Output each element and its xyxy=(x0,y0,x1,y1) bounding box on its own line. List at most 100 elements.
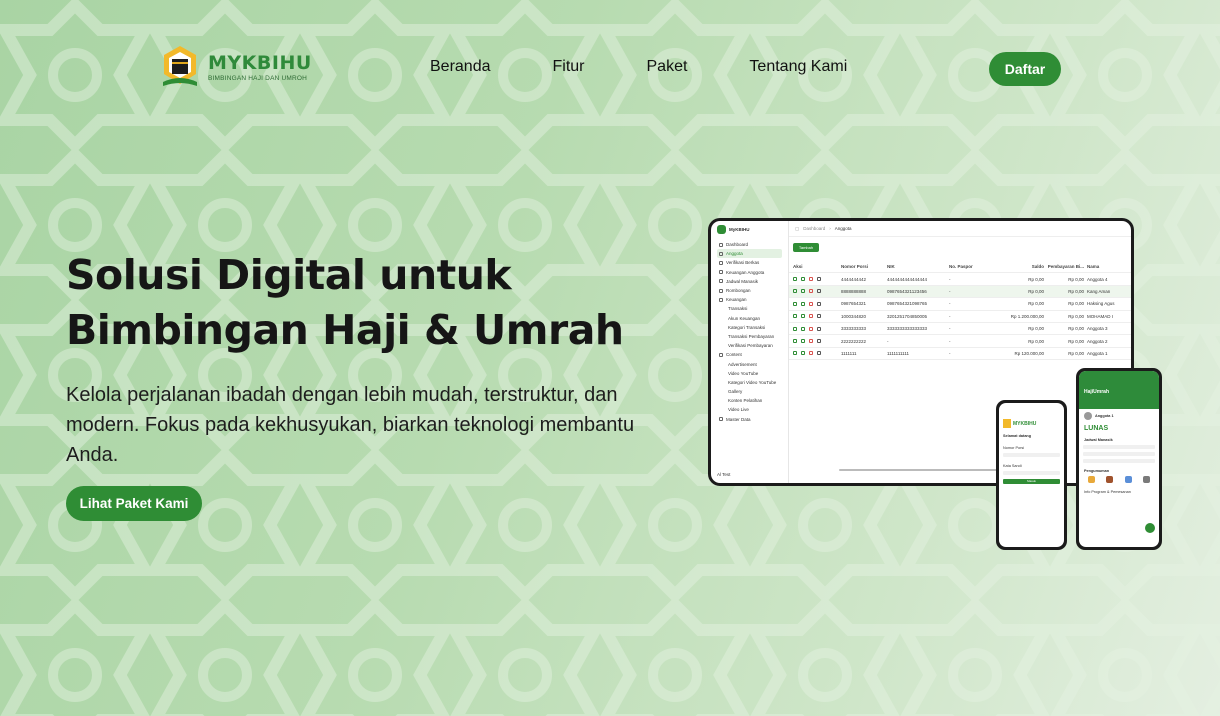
row-action-icon xyxy=(809,326,813,331)
hero-description: Kelola perjalanan ibadah dengan lebih mu… xyxy=(66,384,635,466)
table-cell: Rp 0,00 xyxy=(1068,276,1084,282)
table-cell: Kang Aman xyxy=(1087,288,1111,294)
mockup-breadcrumb: ▢ Dashboard › Anggota xyxy=(789,221,1131,237)
row-action-icon xyxy=(817,339,821,344)
register-button[interactable]: Daftar xyxy=(989,52,1061,86)
mockup-app-name: MyKBIHU xyxy=(729,227,750,232)
column-header: Nama xyxy=(1087,264,1100,270)
table-row: 4444444442 4444444444444444 - Rp 0,00 Rp 0,0… xyxy=(789,273,1131,286)
row-action-icon xyxy=(809,289,813,294)
table-cell: 0987654321 xyxy=(841,301,867,307)
whatsapp-icon xyxy=(1145,523,1155,533)
view-packages-button[interactable]: Lihat Paket Kami xyxy=(66,486,202,521)
nav-link-beranda[interactable]: Beranda xyxy=(430,58,491,76)
sidebar-item-label: Anggota xyxy=(726,251,743,257)
table-cell: Haksing Agus xyxy=(1087,301,1115,307)
table-cell: 3333333333 xyxy=(841,326,867,332)
quick-actions xyxy=(1079,473,1159,486)
row-action-icon xyxy=(793,339,797,344)
kaaba-logo-icon xyxy=(1003,419,1011,428)
table-cell: 1111111 xyxy=(841,350,857,356)
mockup-sidebar-item: Advertisement xyxy=(717,359,782,368)
row-action-icon xyxy=(793,314,797,319)
table-cell: - xyxy=(949,326,951,332)
sidebar-item-label: Dashboard xyxy=(726,242,749,248)
sidebar-item-label: Transaksi xyxy=(728,306,748,312)
mockup-sidebar-item: Rombongan xyxy=(717,286,782,295)
mockup-sidebar-item: Gallery xyxy=(717,387,782,396)
hero-title-line-2: Bimbingan Haji & Umrah xyxy=(66,306,624,354)
row-action-icon xyxy=(801,351,805,356)
brand-logo[interactable]: MYKBIHU BIMBINGAN HAJI DAN UMROH xyxy=(160,44,312,90)
menu-icon xyxy=(719,288,723,293)
mockup-sidebar-item: Transaksi Pembayaran xyxy=(717,332,782,341)
app-logo-icon xyxy=(717,225,726,234)
mockup-sidebar-item: Akun Keuangan xyxy=(717,314,782,323)
sidebar-item-label: Keuangan Anggota xyxy=(726,269,765,275)
row-action-icon xyxy=(817,351,821,356)
phone-section-title: Jadwal Manasik xyxy=(1084,438,1113,442)
sidebar-item-label: Kategori Video YouTube xyxy=(728,379,777,385)
sidebar-item-label: Konten Pelatihan xyxy=(728,398,763,404)
sidebar-item-label: Verifikasi Berkas xyxy=(726,260,760,266)
nav-link-fitur[interactable]: Fitur xyxy=(553,58,585,76)
phone-header: HajiUmrah xyxy=(1079,371,1159,409)
table-cell: Anggota 1 xyxy=(1087,350,1108,356)
menu-icon xyxy=(719,297,723,302)
mockup-sidebar-item: Jadwal Manasik xyxy=(717,277,782,286)
menu-icon xyxy=(719,417,723,422)
row-action-icon xyxy=(817,289,821,294)
mockup-sidebar-item: Keuangan Anggota xyxy=(717,268,782,277)
menu-icon xyxy=(719,251,723,256)
table-cell: - xyxy=(949,338,951,344)
table-cell: Rp 0,00 xyxy=(1028,301,1044,307)
row-action-icon xyxy=(809,277,813,282)
breadcrumb-item: Dashboard xyxy=(803,226,826,231)
phone-mockup-dashboard: HajiUmrah Anggota 1 LUNAS Jadwal Manasik… xyxy=(1076,368,1162,550)
quick-action-icon xyxy=(1087,476,1095,483)
avatar xyxy=(1084,412,1092,420)
phone-footer-text: Info Program & Pemesanan xyxy=(1084,490,1131,494)
mockup-sidebar-item: Anggota xyxy=(717,249,782,259)
nav-link-paket[interactable]: Paket xyxy=(647,58,688,76)
table-cell: - xyxy=(949,276,951,282)
sidebar-toggle-icon: ▢ xyxy=(795,225,800,231)
row-action-icon xyxy=(809,351,813,356)
breadcrumb-item: Anggota xyxy=(834,226,852,231)
mockup-sidebar-item: Verifikasi Pembayaran xyxy=(717,341,782,350)
top-navigation: MYKBIHU BIMBINGAN HAJI DAN UMROH Beranda… xyxy=(0,40,1220,96)
table-cell: 3201251704850005 xyxy=(887,313,928,319)
nav-link-tentang-kami[interactable]: Tentang Kami xyxy=(749,58,847,76)
sidebar-item-label: Verifikasi Pembayaran xyxy=(728,343,773,349)
phone-greeting: Selamat datang xyxy=(1003,434,1032,438)
placeholder-line xyxy=(1083,459,1155,463)
sidebar-item-label: Gallery xyxy=(728,389,743,395)
menu-icon xyxy=(719,352,723,357)
table-cell: 4444444442 xyxy=(841,276,867,282)
hero-title: Solusi Digital untuk Bimbingan Haji & Um… xyxy=(66,248,666,358)
column-header: Pembayaran Bi... xyxy=(1047,264,1084,270)
row-action-icon xyxy=(809,301,813,306)
table-cell: Rp 0,00 xyxy=(1068,338,1084,344)
table-cell: MOHAMAD I xyxy=(1087,313,1114,319)
phone-input xyxy=(1003,453,1060,457)
menu-icon xyxy=(719,279,723,284)
column-header: No. Paspor xyxy=(949,264,973,270)
table-row: 0987654321 0987654321098765 - Rp 0,00 Rp 0,0… xyxy=(789,298,1131,311)
sidebar-item-label: Content xyxy=(726,352,742,358)
mockup-sidebar-item: Kategori Transaksi xyxy=(717,323,782,332)
phone-input xyxy=(1003,471,1060,475)
sidebar-item-label: Keuangan xyxy=(726,297,747,303)
table-cell: Rp 120.000,00 xyxy=(1014,350,1044,356)
column-header: Saldo xyxy=(1031,264,1044,270)
table-cell: Anggota 3 xyxy=(1087,326,1108,332)
mockup-sidebar-item: Master Data xyxy=(717,415,782,424)
mockup-sidebar-item: Content xyxy=(717,350,782,359)
column-header: Aksi xyxy=(793,264,803,270)
quick-action-icon xyxy=(1143,476,1151,483)
mockup-sidebar-item: Konten Pelatihan xyxy=(717,396,782,405)
mockup-user: Al Test xyxy=(717,472,731,477)
row-action-icon xyxy=(793,326,797,331)
mockup-sidebar-item: Video Live xyxy=(717,405,782,414)
table-cell: 0987654321123456 xyxy=(887,288,927,294)
